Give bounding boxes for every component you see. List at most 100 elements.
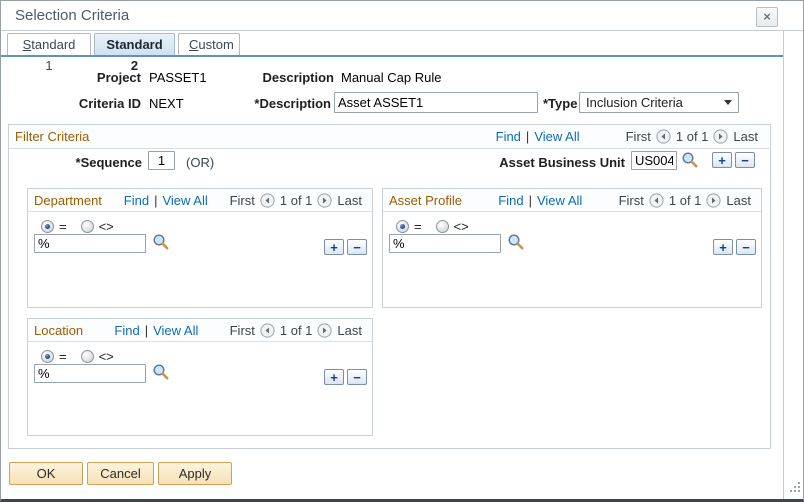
equals-label: = [59, 218, 67, 234]
department-header: Department Find | View All First 1 of 1 … [28, 189, 372, 212]
first-link[interactable]: First [230, 193, 255, 208]
equals-radio[interactable] [41, 219, 54, 233]
lookup-icon[interactable] [152, 363, 170, 384]
type-label: *Type [543, 96, 578, 111]
find-link[interactable]: Find [496, 129, 521, 144]
selection-criteria-dialog: Selection Criteria × Standard 1 Standard… [0, 0, 804, 502]
not-equals-radio[interactable] [80, 349, 94, 363]
asset-profile-value-input[interactable] [389, 234, 501, 253]
previous-row-icon[interactable] [649, 192, 664, 208]
filter-criteria-title: Filter Criteria [15, 129, 90, 144]
first-link[interactable]: First [230, 323, 255, 338]
asset-profile-title: Asset Profile [389, 192, 462, 208]
footer-actions: OK Cancel Apply [9, 462, 232, 485]
page-title: Selection Criteria [15, 7, 130, 24]
lookup-icon[interactable] [152, 233, 170, 254]
department-group: Department Find | View All First 1 of 1 … [27, 188, 373, 308]
page-indicator: 1 of 1 [279, 322, 313, 338]
previous-row-icon[interactable] [260, 192, 275, 208]
page-indicator: 1 of 1 [675, 129, 709, 144]
page-indicator: 1 of 1 [279, 192, 313, 208]
tab-custom[interactable]: Custom [178, 33, 240, 55]
not-equals-label: <> [98, 218, 114, 234]
resize-grip[interactable] [790, 482, 802, 494]
last-link[interactable]: Last [733, 129, 758, 144]
ok-button[interactable]: OK [9, 462, 83, 485]
type-selected-value: Inclusion Criteria [586, 95, 683, 110]
asset-profile-header: Asset Profile Find | View All First 1 of… [383, 189, 761, 212]
view-all-link[interactable]: View All [153, 323, 198, 338]
criteria-id-value: NEXT [149, 96, 184, 111]
delete-row-button[interactable]: − [347, 369, 367, 385]
nav-divider: | [144, 322, 149, 338]
not-equals-label: <> [98, 348, 114, 364]
asset-profile-group: Asset Profile Find | View All First 1 of… [382, 188, 762, 308]
add-row-button[interactable]: + [324, 369, 344, 385]
nav-divider: | [528, 192, 532, 208]
previous-row-icon[interactable] [656, 129, 671, 144]
asset-business-unit-input[interactable] [631, 151, 677, 170]
criteria-id-label: Criteria ID [78, 96, 141, 111]
next-row-icon[interactable] [317, 322, 333, 338]
not-equals-label: <> [453, 218, 469, 234]
nav-divider: | [154, 192, 158, 208]
page-indicator: 1 of 1 [668, 192, 702, 208]
add-row-button[interactable]: + [324, 239, 344, 255]
find-link[interactable]: Find [124, 193, 149, 208]
department-title: Department [34, 192, 102, 208]
close-icon[interactable]: × [756, 7, 778, 27]
not-equals-radio[interactable] [80, 219, 94, 233]
view-all-link[interactable]: View All [537, 193, 582, 208]
title-separator [1, 30, 803, 31]
tab-underline [1, 55, 783, 57]
title-bar: Selection Criteria × [1, 1, 803, 30]
find-link[interactable]: Find [498, 193, 523, 208]
previous-row-icon[interactable] [260, 322, 275, 338]
last-link[interactable]: Last [337, 323, 362, 338]
lookup-icon[interactable] [681, 151, 699, 172]
project-value: PASSET1 [149, 70, 207, 85]
add-row-button[interactable]: + [712, 152, 732, 168]
project-label: Project [96, 70, 141, 85]
not-equals-radio[interactable] [435, 219, 449, 233]
cancel-button[interactable]: Cancel [87, 462, 154, 485]
next-row-icon[interactable] [317, 192, 333, 208]
type-dropdown[interactable]: Inclusion Criteria [579, 92, 739, 113]
last-link[interactable]: Last [337, 193, 362, 208]
first-link[interactable]: First [619, 193, 644, 208]
location-value-input[interactable] [34, 364, 146, 383]
next-row-icon[interactable] [706, 192, 722, 208]
equals-radio[interactable] [396, 219, 409, 233]
apply-button[interactable]: Apply [158, 462, 232, 485]
equals-radio[interactable] [41, 349, 54, 363]
sequence-input[interactable] [148, 151, 175, 170]
last-link[interactable]: Last [726, 193, 751, 208]
find-link[interactable]: Find [114, 323, 139, 338]
delete-row-button[interactable]: − [736, 239, 756, 255]
description-value: Manual Cap Rule [341, 70, 442, 85]
lookup-icon[interactable] [507, 233, 525, 254]
view-all-link[interactable]: View All [534, 129, 579, 144]
add-row-button[interactable]: + [713, 239, 733, 255]
nav-divider: | [525, 129, 530, 144]
view-all-link[interactable]: View All [162, 193, 207, 208]
tab-bar: Standard 1 Standard 2 Custom [7, 33, 240, 73]
or-label: (OR) [186, 155, 215, 170]
chevron-down-icon [724, 100, 732, 105]
sequence-label: *Sequence [75, 155, 142, 170]
first-link[interactable]: First [626, 129, 651, 144]
next-row-icon[interactable] [713, 129, 729, 144]
asset-business-unit-label: Asset Business Unit [499, 155, 625, 170]
delete-row-button[interactable]: − [735, 152, 755, 168]
filter-criteria-section: Filter Criteria Find | View All First 1 … [8, 124, 771, 449]
delete-row-button[interactable]: − [347, 239, 367, 255]
filter-criteria-header: Filter Criteria Find | View All First 1 … [9, 125, 770, 149]
description-input[interactable] [334, 92, 538, 113]
tab-standard-1[interactable]: Standard 1 [7, 33, 91, 73]
equals-label: = [414, 218, 422, 234]
description-label: Description [262, 70, 334, 85]
equals-label: = [59, 348, 67, 364]
tab-standard-2[interactable]: Standard 2 [94, 33, 175, 73]
department-value-input[interactable] [34, 234, 146, 253]
location-header: Location Find | View All First 1 of 1 La… [28, 319, 372, 342]
